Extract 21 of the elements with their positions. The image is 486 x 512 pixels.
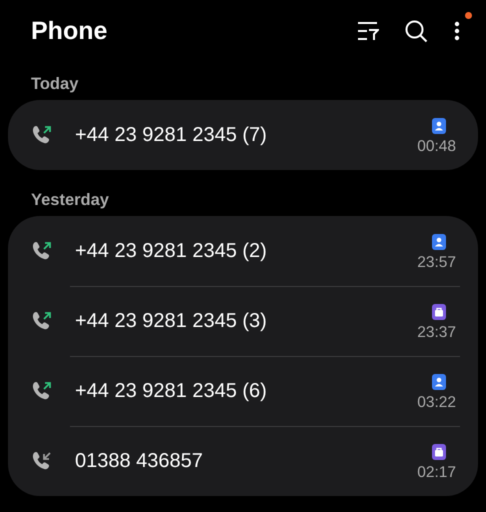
phone-number: +44 23 9281 2345 (2) [75,240,268,262]
search-icon[interactable] [405,20,428,42]
call-entry[interactable]: +44 23 9281 2345 (6) 03:22 [8,356,478,426]
section-header: Today [30,74,80,94]
phone-number: 01388 436857 [75,450,204,472]
call-entry[interactable]: +44 23 9281 2345 (2) 23:57 [8,216,478,286]
call-entry[interactable]: +44 23 9281 2345 (3) 23:37 [8,286,478,356]
phone-number: +44 23 9281 2345 (7) [75,124,268,146]
call-time: 23:37 [417,324,456,342]
call-entry[interactable]: 01388 436857 02:17 [8,426,478,496]
call-entry[interactable]: +44 23 9281 2345 (7) 00:48 [8,100,478,170]
app-title: Phone [31,16,108,46]
call-time: 00:48 [417,138,456,156]
call-time: 03:22 [417,394,456,412]
more-options-icon[interactable] [454,21,460,41]
call-time: 02:17 [417,464,456,482]
phone-number: +44 23 9281 2345 (3) [75,310,268,332]
phone-number: +44 23 9281 2345 (6) [75,380,268,402]
section-header: Yesterday [30,190,110,210]
call-time: 23:57 [417,254,456,272]
filter-icon[interactable] [357,21,379,41]
